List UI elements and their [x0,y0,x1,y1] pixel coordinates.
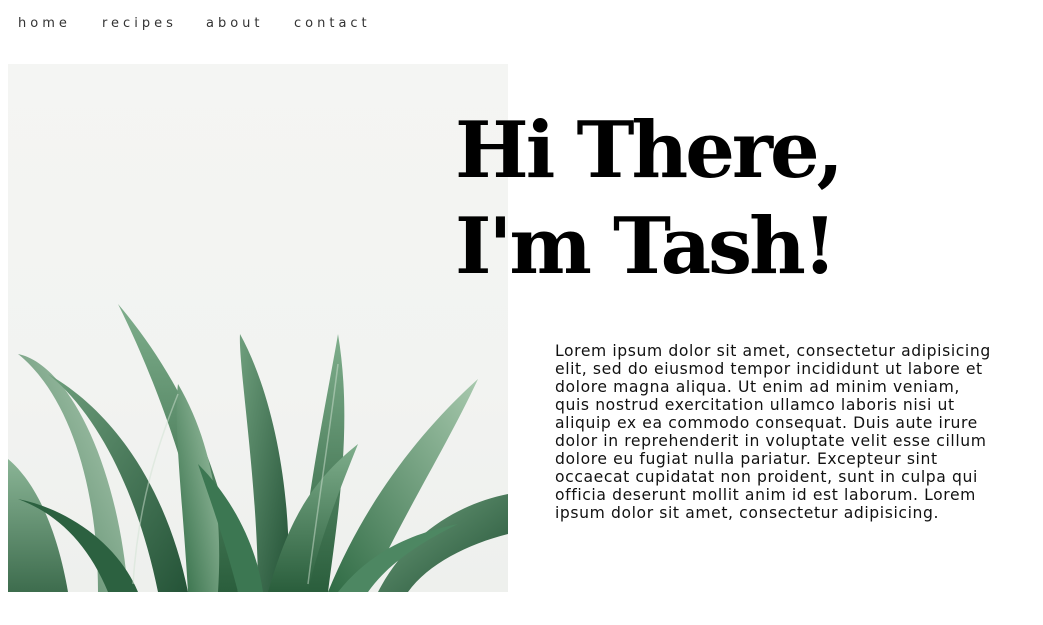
page-title-line-2: I'm Tash! [455,201,837,292]
nav-link-recipes[interactable]: recipes [102,14,206,34]
nav-link-about[interactable]: about [206,14,294,34]
nav-link-contact[interactable]: contact [294,14,374,34]
succulent-photo [8,64,508,592]
bio-paragraph: Lorem ipsum dolor sit amet, consectetur … [555,342,991,522]
page-title: Hi There, I'm Tash! [455,103,844,295]
succulent-plant-illustration [8,304,508,592]
page-title-line-1: Hi There, [455,105,844,196]
nav-link-home[interactable]: home [18,14,102,34]
main-nav: home recipes about contact [18,14,374,34]
